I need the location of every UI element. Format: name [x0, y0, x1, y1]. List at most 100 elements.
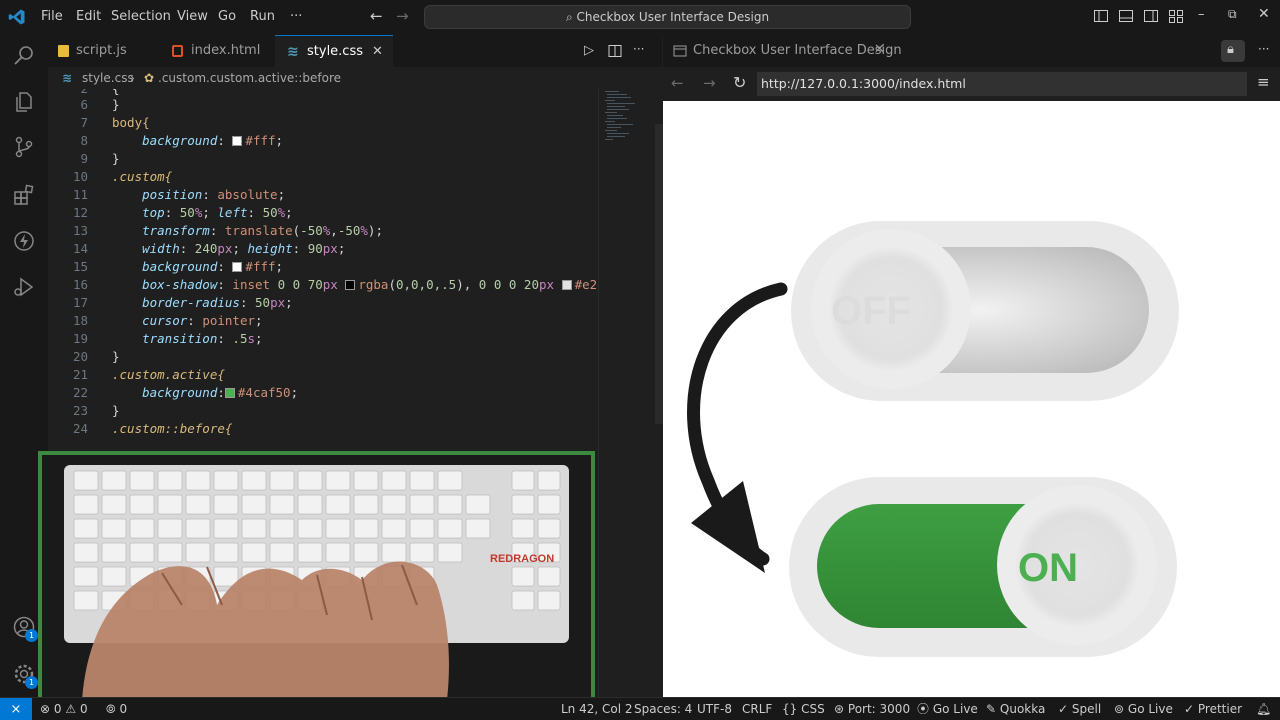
more-actions-icon[interactable]: ··· [1258, 42, 1269, 56]
keyboard-key [297, 542, 323, 563]
ports-indicator[interactable]: ⦾ 0 [106, 698, 127, 720]
settings-badge: 1 [25, 676, 38, 689]
keyboard-brand: REDRAGON [490, 553, 554, 565]
browser-toolbar: ← → ↻ http://127.0.0.1:3000/index.html ≡ [663, 67, 1280, 101]
menu-edit[interactable]: Edit [76, 9, 101, 24]
keyboard-key [73, 542, 99, 563]
problems-indicator[interactable]: ⊗ 0 ⚠ 0 [40, 698, 88, 720]
remote-button[interactable]: ⨯ [0, 698, 32, 720]
breadcrumb-file[interactable]: style.css [82, 67, 134, 89]
explorer-icon[interactable] [12, 90, 36, 114]
keyboard-key [409, 518, 435, 539]
run-file-icon[interactable]: ▷ [584, 43, 594, 58]
keyboard-key [241, 470, 267, 491]
toggle-sidebar-icon[interactable] [1093, 8, 1109, 24]
split-editor-icon[interactable] [608, 44, 622, 58]
lock-button[interactable]: 🔒︎ [1221, 40, 1245, 62]
toggle-off[interactable]: OFF [791, 221, 1179, 401]
keyboard-key [381, 470, 407, 491]
code-line: 7 body{ [80, 115, 150, 130]
browser-tab-title[interactable]: Checkbox User Interface Design [693, 43, 902, 58]
toggle-demo: OFF ON [687, 221, 1179, 657]
quokka-button[interactable]: ✎ Quokka [986, 698, 1045, 720]
encoding[interactable]: UTF-8 [697, 698, 732, 720]
menu-go[interactable]: Go [218, 9, 236, 24]
extensions-icon[interactable] [12, 183, 36, 207]
keyboard-key [537, 590, 561, 611]
close-window-icon[interactable]: ✕ [1258, 6, 1270, 22]
port-indicator[interactable]: ⊛ Port: 3000 [834, 698, 910, 720]
menu-selection[interactable]: Selection [111, 9, 171, 24]
menu-view[interactable]: View [177, 9, 208, 24]
keyboard-key [297, 518, 323, 539]
minimap[interactable] [598, 89, 663, 697]
toggle-secondary-sidebar-icon[interactable] [1143, 8, 1159, 24]
warning-icon: ⚠ [65, 702, 77, 716]
forward-arrow-icon[interactable]: → [396, 7, 409, 25]
back-arrow-icon[interactable]: ← [370, 7, 383, 25]
reload-icon[interactable]: ↻ [733, 73, 746, 92]
restore-icon[interactable]: ⧉ [1228, 7, 1237, 22]
code-line: 20} [72, 349, 120, 364]
code-line: 6} [80, 97, 120, 112]
html-file-icon [172, 45, 183, 57]
keyboard-key [101, 566, 127, 587]
notifications-icon[interactable]: 🔔︎ [1256, 698, 1271, 720]
prettier-button[interactable]: ✓ Prettier [1184, 698, 1242, 720]
language-mode[interactable]: {} CSS [782, 698, 825, 720]
menu-icon[interactable]: ≡ [1257, 73, 1270, 91]
close-tab-icon[interactable]: ✕ [372, 36, 383, 68]
keyboard-key [511, 566, 535, 587]
toggle-on[interactable]: ON [789, 477, 1177, 657]
url-input[interactable]: http://127.0.0.1:3000/index.html [757, 72, 1247, 96]
minimap-preview [605, 91, 635, 140]
minimize-icon[interactable]: – [1198, 7, 1205, 22]
tab-style-css[interactable]: ≋ style.css ✕ [275, 35, 393, 67]
lightning-icon[interactable] [12, 229, 36, 253]
search-icon[interactable] [12, 43, 36, 67]
keyboard-key [129, 470, 155, 491]
keyboard-key [409, 494, 435, 515]
go-live-button-2[interactable]: ⊚ Go Live [1114, 698, 1173, 720]
chevron-right-icon: › [130, 71, 135, 85]
cursor-position[interactable]: Ln 42, Col 2 [561, 698, 633, 720]
editor-scrollbar[interactable] [655, 124, 663, 424]
keyboard-key [157, 470, 183, 491]
breadcrumb: ≋ style.css › ✿ .custom.custom.active::b… [48, 67, 598, 89]
menu-file[interactable]: File [41, 9, 63, 24]
line-endings[interactable]: CRLF [742, 698, 772, 720]
toggle-panel-icon[interactable] [1118, 8, 1134, 24]
command-center[interactable]: ⌕ Checkbox User Interface Design [424, 5, 911, 29]
browser-forward-icon[interactable]: → [703, 74, 716, 92]
title-bar: File Edit Selection View Go Run ··· ← → … [0, 0, 1280, 35]
indentation[interactable]: Spaces: 4 [634, 698, 692, 720]
source-control-icon[interactable] [12, 135, 36, 159]
code-line: 15 background: #fff; [72, 259, 284, 274]
keyboard-key [185, 542, 211, 563]
more-actions-icon[interactable]: ··· [633, 42, 644, 56]
keyboard-key [353, 494, 379, 515]
double-check-icon: ✓ [1184, 702, 1195, 716]
customize-layout-icon[interactable] [1168, 8, 1184, 24]
keyboard-key [241, 494, 267, 515]
code-line: 21 .custom.active{ [72, 367, 225, 382]
keyboard-video-frame: REDRAGON [42, 455, 591, 700]
keyboard-key [213, 518, 239, 539]
keyboard-key [101, 518, 127, 539]
tab-index-html[interactable]: index.html [160, 35, 274, 67]
browser-viewport: OFF ON [663, 101, 1280, 697]
keyboard-key [353, 470, 379, 491]
browser-back-icon[interactable]: ← [671, 74, 684, 92]
keyboard-key [409, 470, 435, 491]
keyboard-key [465, 494, 491, 515]
menu-run[interactable]: Run [250, 9, 275, 24]
close-tab-icon[interactable]: ✕ [874, 42, 885, 57]
spell-button[interactable]: ✓ Spell [1058, 698, 1101, 720]
menu-more[interactable]: ··· [290, 9, 302, 24]
go-live-button[interactable]: ⦿ Go Live [917, 698, 978, 720]
keyboard-key [511, 494, 535, 515]
breadcrumb-selector[interactable]: .custom.custom.active::before [158, 67, 341, 89]
run-debug-icon[interactable] [12, 275, 36, 299]
tab-script-js[interactable]: script.js [48, 35, 159, 67]
keyboard-key [297, 470, 323, 491]
